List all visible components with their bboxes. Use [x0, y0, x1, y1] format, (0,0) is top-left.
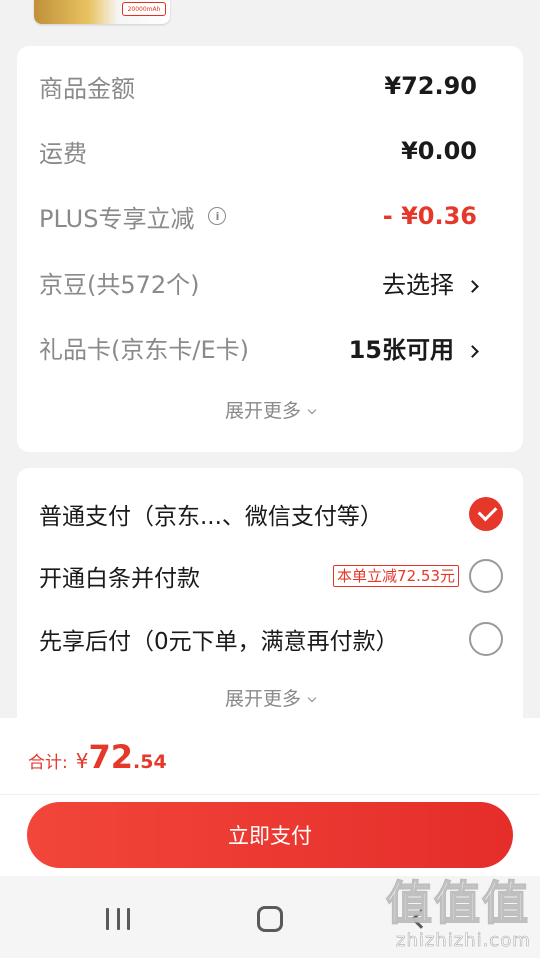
radio-unchecked-icon[interactable] — [469, 622, 503, 656]
radio-checked-icon[interactable] — [469, 497, 503, 531]
expand-more-label: 展开更多 — [224, 400, 301, 422]
home-icon[interactable] — [257, 906, 283, 932]
chevron-right-icon — [466, 344, 479, 358]
divider — [0, 794, 540, 795]
gift-card-label: 礼品卡(京东卡/E卡) — [39, 335, 249, 364]
payment-option-label: 先享后付（0元下单，满意再付款） — [39, 629, 399, 655]
total-decimal: .54 — [133, 751, 167, 773]
payment-option-label: 开通白条并付款 — [39, 566, 200, 592]
total-integer: 72 — [88, 738, 133, 776]
shipping-fee-value: ¥0.00 — [401, 137, 477, 165]
system-navigation-bar — [0, 876, 540, 958]
goods-amount-value: ¥72.90 — [384, 72, 477, 100]
back-icon[interactable] — [411, 909, 431, 929]
discount-badge: 本单立减72.53元 — [333, 565, 459, 587]
plus-discount-row: PLUS专享立减 i - ¥0.36 — [39, 196, 477, 236]
goods-amount-label: 商品金额 — [39, 74, 135, 103]
radio-unchecked-icon[interactable] — [469, 559, 503, 593]
chevron-down-icon — [307, 693, 317, 703]
payment-option-label: 普通支付（京东...、微信支付等） — [39, 504, 383, 530]
recent-apps-icon[interactable] — [106, 908, 130, 930]
total-label: 合计: — [28, 753, 68, 773]
plus-discount-label: PLUS专享立减 — [39, 204, 195, 233]
chevron-down-icon — [307, 405, 317, 415]
currency-symbol: ¥ — [75, 749, 89, 773]
checkout-footer: 合计: ¥ 72 .54 立即支付 — [0, 718, 540, 876]
jingdou-label: 京豆(共572个) — [39, 270, 200, 299]
goods-amount-row: 商品金额 ¥72.90 — [39, 66, 477, 106]
payment-option-pay-later[interactable]: 先享后付（0元下单，满意再付款） — [39, 619, 503, 659]
expand-more-button[interactable]: 展开更多 — [17, 684, 523, 711]
expand-more-label: 展开更多 — [224, 688, 301, 710]
jingdou-row[interactable]: 京豆(共572个) 去选择 — [39, 262, 479, 302]
gift-card-available-value: 15张可用 — [348, 335, 454, 364]
thumbnail-capacity-tag: 20000mAh — [122, 2, 166, 16]
price-summary-card: 商品金额 ¥72.90 运费 ¥0.00 PLUS专享立减 i - ¥0.36 … — [17, 46, 523, 452]
jingdou-select-value: 去选择 — [382, 270, 454, 299]
pay-now-button[interactable]: 立即支付 — [27, 802, 513, 868]
shipping-fee-row: 运费 ¥0.00 — [39, 131, 477, 171]
product-thumbnail[interactable]: 20000mAh — [34, 0, 170, 24]
shipping-fee-label: 运费 — [39, 139, 87, 168]
payment-option-baitiao[interactable]: 开通白条并付款 本单立减72.53元 — [39, 556, 503, 596]
order-total: 合计: ¥ 72 .54 — [28, 738, 167, 776]
expand-more-button[interactable]: 展开更多 — [17, 396, 523, 423]
gift-card-row[interactable]: 礼品卡(京东卡/E卡) 15张可用 — [39, 327, 479, 367]
payment-option-normal[interactable]: 普通支付（京东...、微信支付等） — [39, 494, 503, 534]
plus-discount-value: - ¥0.36 — [382, 202, 477, 230]
info-icon[interactable]: i — [208, 207, 227, 225]
payment-methods-card: 普通支付（京东...、微信支付等） 开通白条并付款 本单立减72.53元 先享后… — [17, 468, 523, 728]
chevron-right-icon — [466, 279, 479, 293]
